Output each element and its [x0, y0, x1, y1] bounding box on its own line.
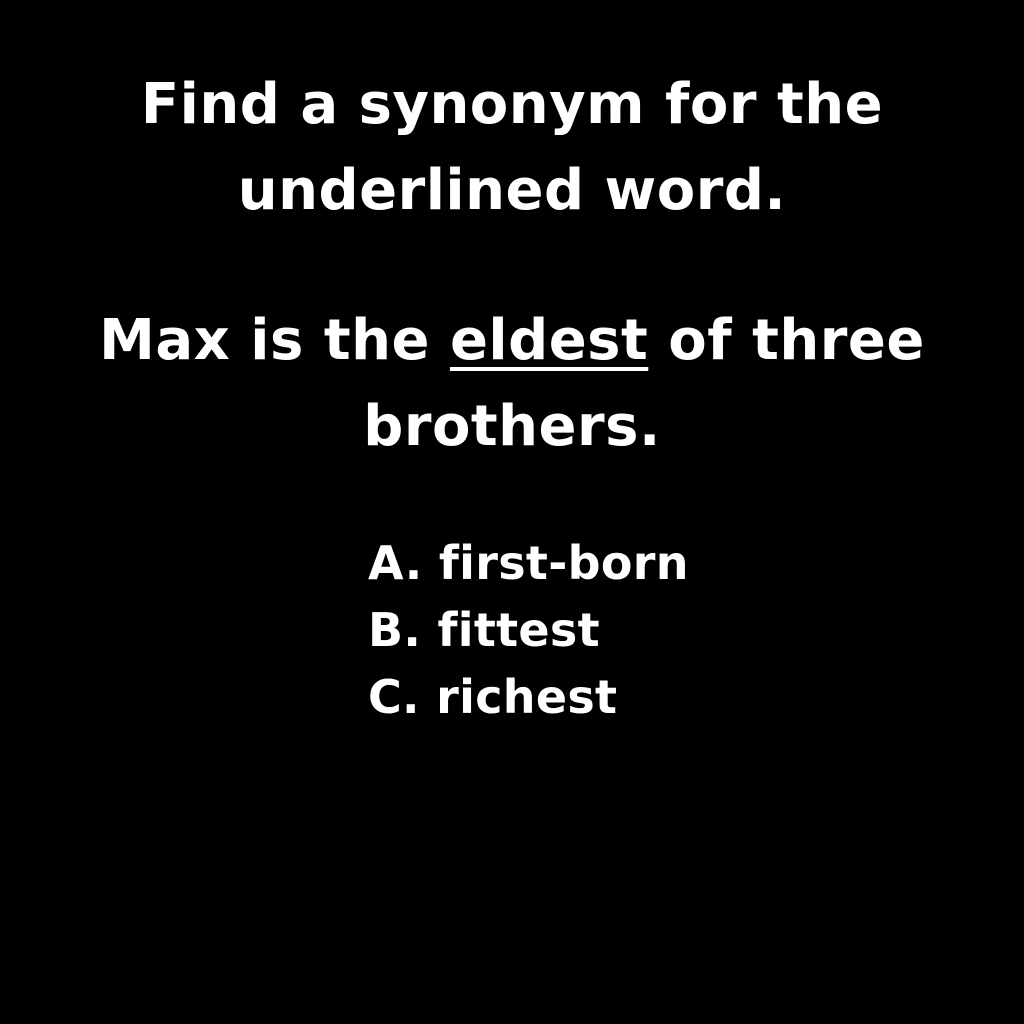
- sentence-before: Max is the: [99, 308, 450, 373]
- underlined-word: eldest: [449, 308, 649, 373]
- quiz-card: Find a synonym for the underlined word. …: [0, 0, 1024, 1024]
- question-sentence: Max is the eldest of three brothers.: [60, 298, 964, 470]
- option-a[interactable]: A. first-born: [368, 530, 968, 597]
- option-c[interactable]: C. richest: [368, 664, 968, 731]
- option-text: richest: [436, 670, 618, 724]
- option-letter: B.: [368, 603, 422, 657]
- option-b[interactable]: B. fittest: [368, 597, 968, 664]
- option-text: fittest: [437, 603, 600, 657]
- option-letter: A.: [368, 536, 423, 590]
- answer-options: A. first-born B. fittest C. richest: [368, 530, 968, 731]
- option-text: first-born: [438, 536, 689, 590]
- question-instruction: Find a synonym for the underlined word.: [140, 72, 884, 223]
- option-letter: C.: [368, 670, 420, 724]
